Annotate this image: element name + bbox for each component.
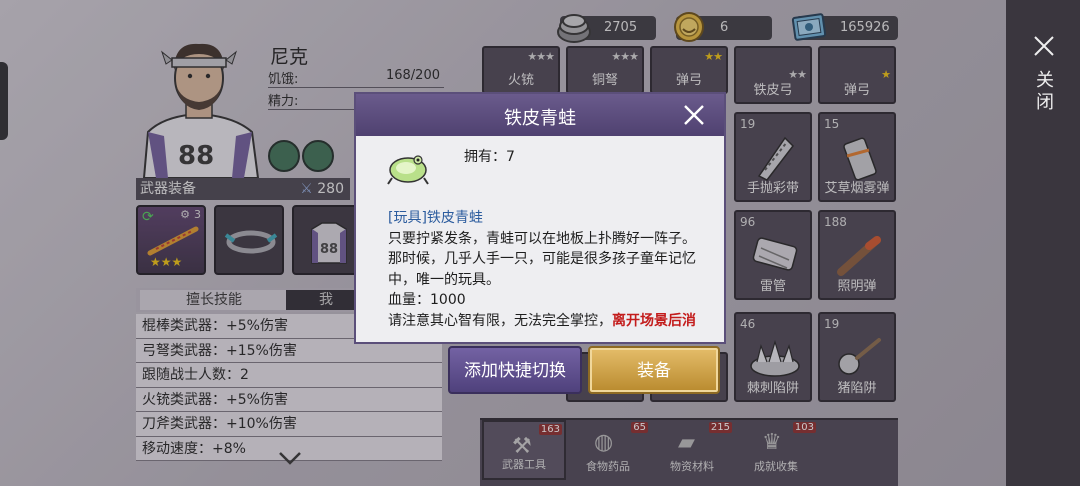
add-quick-switch-button[interactable]: 添加快捷切换: [448, 346, 582, 394]
item-tag: [玩具]铁皮青蛙: [388, 210, 483, 226]
item-detail-dialog: 铁皮青蛙 拥有：7 [玩具]铁皮青蛙 只要拧紧发条，青蛙可以在地板上扑腾好一阵子…: [354, 92, 726, 344]
warning-prefix: 请注意其心智有限，无法完全掌控，: [388, 312, 612, 329]
equip-button[interactable]: 装备: [588, 346, 720, 394]
close-label[interactable]: 关闭: [1034, 70, 1056, 114]
tin-frog-icon: [387, 155, 429, 185]
owned-count: 拥有：7: [464, 149, 515, 165]
warning-text: 请注意其心智有限，无法完全掌控，离开场景后消失: [388, 311, 708, 329]
close-icon[interactable]: [682, 103, 706, 127]
description-text: 只要拧紧发条，青蛙可以在地板上扑腾好一阵子。那时候，几乎人手一只，可能是很多孩子…: [388, 230, 696, 288]
dialog-title: 铁皮青蛙: [504, 108, 576, 129]
item-description: [玩具]铁皮青蛙 只要拧紧发条，青蛙可以在地板上扑腾好一阵子。那时候，几乎人手一…: [388, 208, 708, 328]
hp-text: 血量：1000: [388, 292, 466, 308]
close-icon[interactable]: [1032, 34, 1056, 58]
dialog-header: 铁皮青蛙: [356, 94, 724, 136]
